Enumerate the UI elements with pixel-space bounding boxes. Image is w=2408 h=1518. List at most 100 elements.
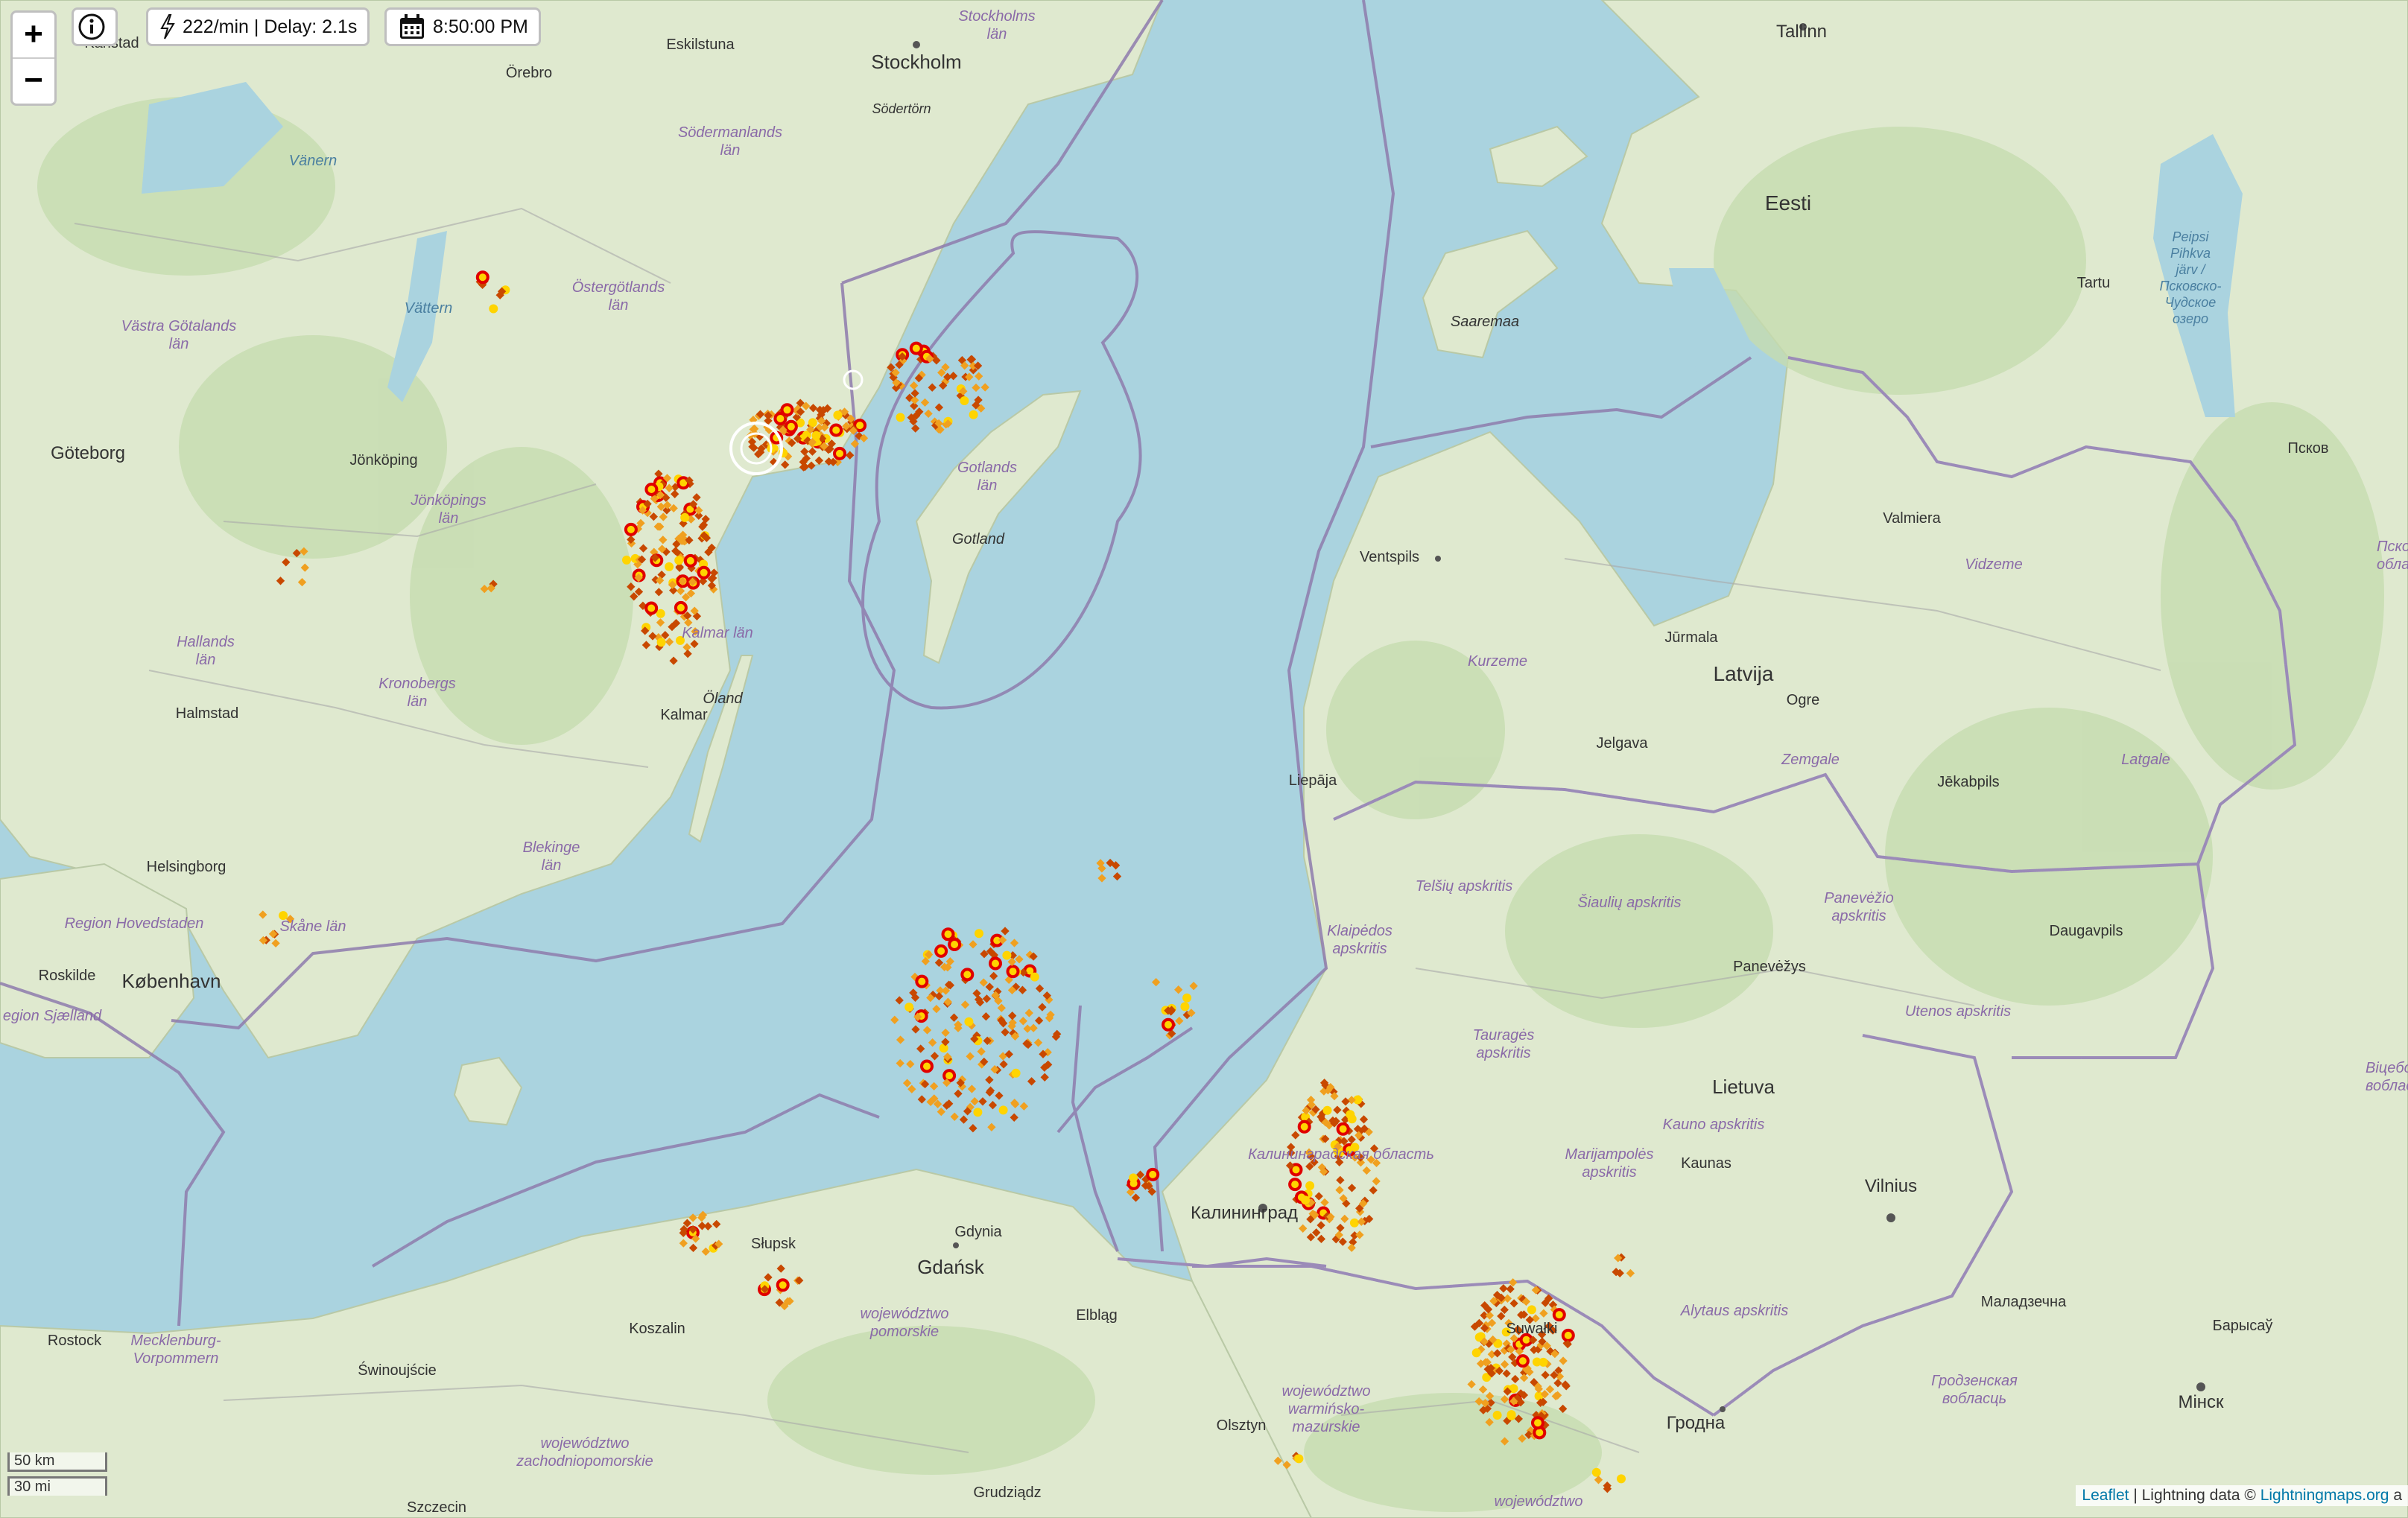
label-kobenhavn: København — [122, 970, 221, 992]
peipsi-line-4: Псковско- — [2159, 279, 2221, 293]
scale-mi-label: 30 mi — [14, 1479, 51, 1495]
label-latgale: Latgale — [2121, 752, 2170, 768]
lightning-strike-recent — [960, 968, 975, 982]
strike-rate-text: 222/min | Delay: 2.1s — [183, 16, 358, 37]
lightning-map[interactable]: Tallinn Stockholm Eskilstuna Örebro Söde… — [0, 0, 2408, 1518]
label-liepaja: Liepāja — [1289, 772, 1337, 789]
label-warminsko: województwo — [1282, 1383, 1371, 1400]
lightning-strike-recent — [475, 270, 489, 285]
label-saaremaa: Saaremaa — [1451, 314, 1519, 330]
label-zachodnio: województwo — [541, 1435, 630, 1452]
label-tallinn: Tallinn — [1776, 22, 1827, 42]
lightning-strike-recent — [776, 1278, 790, 1292]
lightning-strike-new — [1294, 1454, 1304, 1464]
label-pomorskie-2: pomorskie — [869, 1324, 939, 1340]
label-olsztyn: Olsztyn — [1217, 1417, 1267, 1434]
lightning-strike-recent — [1552, 1308, 1566, 1322]
label-marijampoles-2: apskritis — [1582, 1164, 1636, 1181]
label-jekabpils: Jēkabpils — [1937, 774, 1999, 790]
label-vanern: Vänern — [289, 153, 338, 169]
label-szczecin: Szczecin — [407, 1499, 466, 1516]
label-kronobergs-2: län — [408, 693, 428, 710]
label-ostergotlands-2: län — [609, 297, 629, 314]
label-stockholms: Stockholms — [958, 8, 1035, 25]
zoom-in-button[interactable]: + — [13, 13, 54, 57]
lightning-strike-new — [1182, 993, 1192, 1003]
label-vitebsk-2: вобласць — [2366, 1078, 2408, 1094]
lightning-strike-new — [811, 431, 821, 440]
label-panevezio: Panevėžio — [1824, 890, 1893, 906]
lightning-strike-recent — [909, 341, 923, 355]
label-panevezys: Panevėžys — [1733, 959, 1806, 975]
label-mecklenburg: Mecklenburg- — [130, 1333, 221, 1349]
lightning-strike-new — [1305, 1181, 1315, 1190]
lightning-strike-new — [808, 418, 817, 428]
lightning-strike-new — [960, 396, 969, 405]
label-vitebsk: Віцебская — [2366, 1060, 2408, 1076]
label-vilnius: Vilnius — [1865, 1176, 1917, 1196]
lightning-strike-recent — [1288, 1178, 1302, 1192]
lightning-strike-recent — [1531, 1416, 1544, 1430]
label-pomorskie: województwo — [861, 1306, 949, 1322]
lightning-strike-new — [1492, 1411, 1502, 1420]
attribution: Leaflet | Lightning data © Lightningmaps… — [2076, 1485, 2408, 1506]
lightning-strike-new — [1471, 1348, 1481, 1358]
label-roskilde: Roskilde — [39, 968, 96, 984]
lightning-strike-new — [489, 304, 498, 314]
label-blekinge-2: län — [542, 857, 562, 874]
lightning-strike-recent — [644, 601, 659, 615]
lightning-strike-new — [656, 638, 666, 647]
label-gdynia: Gdynia — [954, 1224, 1002, 1240]
label-klaipedos-2: apskritis — [1332, 941, 1387, 957]
leaflet-link[interactable]: Leaflet — [2082, 1487, 2129, 1504]
lightning-strike-recent — [644, 483, 659, 496]
lightning-strike-recent — [934, 944, 948, 958]
label-kaliningrad: Калининград — [1191, 1203, 1298, 1223]
lightning-strike-recent — [1515, 1354, 1530, 1368]
label-grudziadz: Grudziądz — [973, 1484, 1041, 1501]
label-taurages-2: apskritis — [1476, 1045, 1530, 1061]
label-kalmar: Kalmar — [660, 707, 708, 723]
strike-rate-panel[interactable]: 222/min | Delay: 2.1s — [146, 7, 370, 46]
label-kronobergs: Kronobergs — [378, 676, 455, 692]
lightning-strike-recent — [674, 600, 688, 614]
label-kaliningrad-obl: Калининградская область — [1248, 1146, 1434, 1163]
lightning-strike-recent — [829, 423, 843, 437]
lightning-strike-new — [1591, 1467, 1601, 1477]
label-grodno-obl-2: вобласць — [1942, 1391, 2006, 1407]
label-skane: Skåne län — [280, 918, 346, 935]
label-kurzeme: Kurzeme — [1468, 653, 1527, 670]
label-eesti: Eesti — [1765, 191, 1811, 215]
zoom-out-button[interactable]: − — [13, 57, 54, 104]
lightning-strike-recent — [1006, 965, 1020, 979]
label-ventspils: Ventspils — [1360, 549, 1419, 565]
lightning-strike-recent — [1561, 1328, 1575, 1342]
label-stockholms-2: län — [987, 26, 1007, 42]
label-jonkoping: Jönköping — [349, 452, 417, 469]
label-mecklenburg-2: Vorpommern — [133, 1350, 219, 1367]
label-grodno-obl: Гродзенская — [1931, 1373, 2018, 1389]
lightning-strike-new — [975, 929, 983, 939]
lightning-strike-new — [1347, 1114, 1357, 1124]
label-hovedstaden: Region Hovedstaden — [65, 915, 204, 932]
label-hallands-2: län — [196, 652, 216, 668]
lightning-strike-new — [680, 512, 690, 522]
lightning-strike-recent — [942, 1069, 957, 1083]
label-marijampoles: Marijampolės — [1565, 1146, 1654, 1163]
label-molodechno: Маладзечна — [1981, 1294, 2067, 1310]
label-swinoujscie: Świnoujście — [358, 1361, 437, 1379]
label-rostock: Rostock — [48, 1333, 102, 1349]
label-jonkopings: Jönköpings — [410, 492, 486, 509]
lightningmaps-link[interactable]: Lightningmaps.org — [2260, 1487, 2389, 1504]
lightning-strike-new — [1322, 1105, 1332, 1115]
label-blekinge: Blekinge — [523, 839, 580, 856]
label-slupsk: Słupsk — [751, 1236, 796, 1252]
label-vastra-2: län — [169, 336, 189, 352]
lightning-strike-new — [1617, 1474, 1626, 1484]
time-panel[interactable]: 8:50:00 PM — [384, 7, 541, 46]
label-jelgava: Jelgava — [1597, 735, 1649, 752]
info-button[interactable] — [72, 7, 118, 46]
lightning-strike-recent — [780, 403, 794, 417]
label-pskov-edge-2: обла — [2377, 556, 2408, 573]
label-sjaelland: egion Sjælland — [3, 1008, 102, 1024]
